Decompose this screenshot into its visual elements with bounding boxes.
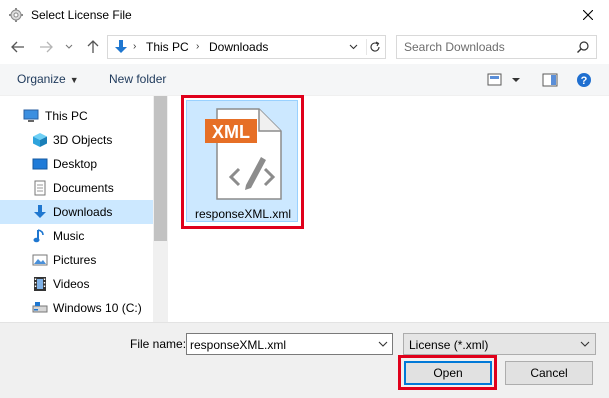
sidebar-item-this-pc[interactable]: This PC bbox=[0, 104, 153, 128]
download-arrow-icon bbox=[34, 205, 46, 218]
sidebar-item-label: This PC bbox=[45, 109, 88, 123]
address-dropdown-button[interactable] bbox=[346, 40, 360, 54]
file-type-value: License (*.xml) bbox=[409, 338, 489, 352]
close-button[interactable] bbox=[575, 3, 601, 27]
file-type-select[interactable]: License (*.xml) bbox=[403, 333, 596, 355]
up-button[interactable] bbox=[84, 38, 102, 56]
sidebar-item-label: Windows 10 (C:) bbox=[53, 301, 142, 315]
cancel-button[interactable]: Cancel bbox=[505, 361, 593, 385]
sidebar-item-music[interactable]: Music bbox=[0, 224, 153, 248]
music-note-icon bbox=[33, 229, 44, 243]
film-icon bbox=[34, 277, 46, 291]
breadcrumb-this-pc[interactable]: This PC bbox=[146, 40, 189, 54]
organize-label: Organize bbox=[17, 72, 66, 86]
file-name-combobox[interactable] bbox=[186, 333, 393, 355]
dialog-footer: File name: License (*.xml) Open Cancel bbox=[0, 322, 609, 398]
breadcrumb-downloads[interactable]: Downloads bbox=[209, 40, 268, 54]
window-title: Select License File bbox=[31, 8, 132, 22]
new-folder-button[interactable]: New folder bbox=[109, 72, 166, 86]
open-button[interactable]: Open bbox=[404, 361, 492, 385]
command-bar: Organize ▼ New folder ? bbox=[0, 64, 609, 96]
sidebar-item-pictures[interactable]: Pictures bbox=[0, 248, 153, 272]
sidebar-item-label: Videos bbox=[53, 277, 90, 291]
change-view-icon[interactable] bbox=[487, 73, 521, 87]
search-box[interactable] bbox=[396, 35, 597, 59]
close-icon bbox=[583, 10, 593, 20]
scrollbar-thumb[interactable] bbox=[154, 96, 167, 241]
recent-locations-button[interactable] bbox=[62, 38, 76, 56]
back-button[interactable] bbox=[9, 38, 27, 56]
refresh-icon bbox=[370, 41, 380, 52]
drive-icon bbox=[32, 302, 48, 313]
app-gear-icon bbox=[9, 8, 23, 22]
organize-button[interactable]: Organize ▼ bbox=[17, 72, 79, 86]
download-location-icon bbox=[115, 40, 127, 53]
address-bar[interactable]: › This PC › Downloads bbox=[107, 35, 386, 59]
sidebar-item-label: 3D Objects bbox=[53, 133, 113, 147]
sidebar-item-desktop[interactable]: Desktop bbox=[0, 152, 153, 176]
arrow-left-icon bbox=[11, 41, 24, 53]
chevron-down-icon bbox=[349, 44, 357, 50]
file-item-responsexml[interactable]: XML responseXML.xml bbox=[186, 100, 298, 222]
svg-text:?: ? bbox=[581, 75, 588, 87]
chevron-down-icon bbox=[580, 341, 590, 347]
arrow-right-icon bbox=[40, 41, 53, 53]
pictures-icon bbox=[32, 254, 48, 266]
refresh-button[interactable] bbox=[366, 39, 382, 55]
breadcrumb-separator: › bbox=[133, 41, 137, 52]
chevron-down-icon bbox=[65, 44, 73, 49]
sidebar-item-label: Downloads bbox=[53, 205, 113, 219]
navigation-scrollbar[interactable] bbox=[153, 96, 168, 322]
documents-icon bbox=[34, 180, 46, 196]
desktop-icon bbox=[32, 158, 48, 170]
sidebar-item-label: Music bbox=[53, 229, 85, 243]
file-name-label: responseXML.xml bbox=[194, 207, 292, 221]
sidebar-item-downloads[interactable]: Downloads bbox=[0, 200, 153, 224]
file-name-field-label: File name: bbox=[130, 337, 187, 351]
navigation-pane: This PC 3D Objects Desktop Documents Dow… bbox=[0, 96, 168, 322]
cube-3d-icon bbox=[33, 133, 47, 147]
caret-down-icon: ▼ bbox=[69, 75, 79, 85]
sidebar-item-label: Pictures bbox=[53, 253, 97, 267]
preview-pane-icon[interactable] bbox=[542, 73, 558, 87]
sidebar-item-documents[interactable]: Documents bbox=[0, 176, 153, 200]
breadcrumb-separator: › bbox=[196, 41, 200, 52]
help-icon[interactable]: ? bbox=[576, 72, 592, 88]
forward-button[interactable] bbox=[37, 38, 55, 56]
sidebar-item-windows-c[interactable]: Windows 10 (C:) bbox=[0, 296, 153, 320]
search-icon bbox=[577, 41, 589, 53]
sidebar-item-label: Desktop bbox=[53, 157, 98, 171]
xml-file-icon: XML bbox=[205, 108, 282, 200]
sidebar-item-label: Documents bbox=[53, 181, 114, 195]
sidebar-item-videos[interactable]: Videos bbox=[0, 272, 153, 296]
xml-badge-text: XML bbox=[212, 122, 250, 142]
arrow-up-icon bbox=[87, 40, 99, 53]
title-bar: Select License File bbox=[0, 0, 609, 30]
file-name-input[interactable] bbox=[190, 337, 370, 352]
chevron-down-icon[interactable] bbox=[377, 338, 389, 350]
sidebar-item-3d-objects[interactable]: 3D Objects bbox=[0, 128, 153, 152]
search-input[interactable] bbox=[404, 39, 574, 55]
computer-icon bbox=[23, 109, 39, 122]
